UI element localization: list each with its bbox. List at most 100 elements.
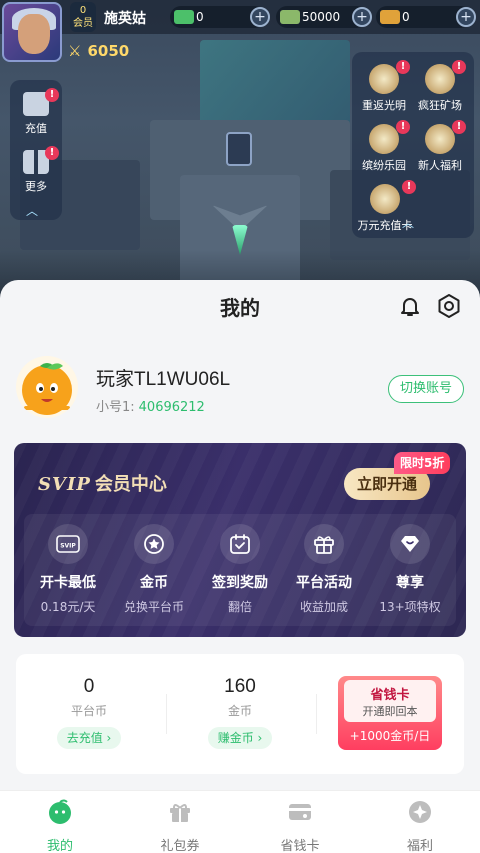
gift-box-icon xyxy=(304,524,344,564)
badge: ! xyxy=(45,146,59,160)
saving-card-icon xyxy=(289,804,311,820)
perk-title: 平台活动 xyxy=(296,575,352,591)
saving-card-promo[interactable]: 省钱卡 开通即回本 +1000金币/日 xyxy=(338,676,442,750)
wallet-panel: 0 平台币 去充值 › 160 金币 赚金币 › 省钱卡 开通即回本 +1000… xyxy=(16,654,464,774)
welfare-icon xyxy=(409,801,431,823)
gold-bar-icon xyxy=(380,10,400,24)
divider xyxy=(316,694,317,734)
badge: ! xyxy=(402,180,416,194)
mine-icon xyxy=(425,64,455,94)
discount-badge: 限时5折 xyxy=(394,452,451,474)
newbie-gift-icon xyxy=(425,124,455,154)
tab-gift[interactable]: 礼包券 xyxy=(140,799,220,853)
recharge-link-button[interactable]: 去充值 › xyxy=(56,727,122,749)
svip-card-icon: SVIP xyxy=(48,524,88,564)
resource-cash-value: 0 xyxy=(196,10,204,24)
sheet-header: 我的 xyxy=(0,280,480,330)
switch-account-button[interactable]: 切换账号 xyxy=(388,375,464,403)
orange-mascot-icon xyxy=(22,363,72,415)
combat-power-value: 6050 xyxy=(87,42,130,60)
tab-welfare[interactable]: 福利 xyxy=(380,799,460,853)
svip-card[interactable]: SVIP 会员中心 立即开通 限时5折 SVIP 开卡最低 0.18元/天 金币 … xyxy=(14,443,466,637)
badge: ! xyxy=(452,60,466,74)
perk-subtitle: 兑换平台币 xyxy=(123,600,184,614)
perk-item[interactable]: 金币 兑换平台币 xyxy=(112,524,196,615)
perk-item[interactable]: SVIP 开卡最低 0.18元/天 xyxy=(26,524,110,615)
perk-title: 签到奖励 xyxy=(212,575,268,591)
collapse-right-icon[interactable]: ︿ xyxy=(402,214,414,231)
earn-gold-button[interactable]: 赚金币 › xyxy=(207,727,273,749)
more-label: 更多 xyxy=(25,180,47,193)
recharge-button[interactable]: ! 充值 xyxy=(11,88,61,138)
tab-label: 我的 xyxy=(46,839,73,853)
bottom-tab-bar: 我的 礼包券 省钱卡 福利 xyxy=(0,790,480,853)
perk-title: 尊享 xyxy=(396,575,424,591)
cash-icon xyxy=(174,10,194,24)
return-light-button[interactable]: ! 重返光明 xyxy=(356,60,412,114)
newbie-gift-label: 新人福利 xyxy=(418,159,462,172)
badge: ! xyxy=(452,120,466,134)
calendar-check-icon xyxy=(220,524,260,564)
perk-subtitle: 13+项特权 xyxy=(379,600,441,614)
platform-coin-value: 0 xyxy=(83,676,95,697)
tab-my[interactable]: 我的 xyxy=(20,799,100,853)
gold-coin: 160 金币 赚金币 › xyxy=(175,676,305,749)
resource-banknote: 50000 + xyxy=(276,6,372,28)
more-button[interactable]: ! 更多 xyxy=(11,146,61,196)
collapse-left-icon[interactable]: ︿ xyxy=(26,202,38,219)
saving-card-bonus: +1000金币/日 xyxy=(349,729,431,743)
newbie-gift-button[interactable]: ! 新人福利 xyxy=(412,120,468,174)
resource-banknote-value: 50000 xyxy=(302,10,341,24)
game-background: 0 会员 施英姑 0 + 50000 + 0 + ⚔ 6050 ! 充值 ! 更多… xyxy=(0,0,480,300)
bell-icon[interactable] xyxy=(398,294,422,318)
perk-title: 开卡最低 xyxy=(40,575,96,591)
return-light-icon xyxy=(369,64,399,94)
perk-item[interactable]: 平台活动 收益加成 xyxy=(282,524,366,615)
mine-button[interactable]: ! 疯狂矿场 xyxy=(412,60,468,114)
crossed-swords-icon: ⚔ xyxy=(68,42,82,60)
add-cash-button[interactable]: + xyxy=(250,7,270,27)
gold-coin-label: 金币 xyxy=(227,704,252,718)
vip-level-label: 会员 xyxy=(73,18,93,29)
saving-card-subtitle: 开通即回本 xyxy=(362,705,418,718)
game-avatar[interactable] xyxy=(2,2,62,62)
perk-item[interactable]: 签到奖励 翻倍 xyxy=(198,524,282,615)
perk-subtitle: 0.18元/天 xyxy=(40,600,96,614)
divider xyxy=(166,694,167,734)
user-avatar[interactable] xyxy=(16,356,78,418)
map-marker[interactable] xyxy=(226,132,252,166)
svip-title: SVIP 会员中心 xyxy=(38,470,167,496)
return-light-label: 重返光明 xyxy=(362,99,406,112)
platform-coin: 0 平台币 去充值 › xyxy=(24,676,154,749)
settings-icon[interactable] xyxy=(436,293,462,319)
banknote-icon xyxy=(280,10,300,24)
svip-badge: SVIP xyxy=(38,474,91,495)
perk-item[interactable]: 尊享 13+项特权 xyxy=(368,524,452,615)
card-icon xyxy=(370,184,400,214)
combat-power: ⚔ 6050 xyxy=(68,42,129,60)
sub-account-label: 小号1: xyxy=(96,400,135,415)
badge: ! xyxy=(45,88,59,102)
tab-saving-card[interactable]: 省钱卡 xyxy=(260,799,340,853)
svg-text:SVIP: SVIP xyxy=(60,543,76,550)
resource-gold: 0 + xyxy=(376,6,476,28)
tab-label: 礼包券 xyxy=(160,839,200,853)
add-gold-button[interactable]: + xyxy=(456,7,476,27)
gift-icon xyxy=(170,804,190,822)
resource-cash: 0 + xyxy=(170,6,270,28)
park-icon xyxy=(369,124,399,154)
tab-label: 福利 xyxy=(406,839,433,853)
diamond-heart-icon xyxy=(390,524,430,564)
vip-level-value: 0 xyxy=(79,5,87,16)
add-banknote-button[interactable]: + xyxy=(352,7,372,27)
park-button[interactable]: ! 缤纷乐园 xyxy=(356,120,412,174)
tab-label: 省钱卡 xyxy=(280,839,320,853)
coin-icon xyxy=(134,524,174,564)
resource-gold-value: 0 xyxy=(402,10,410,24)
my-icon xyxy=(49,799,71,824)
mine-label: 疯狂矿场 xyxy=(418,99,462,112)
perk-subtitle: 收益加成 xyxy=(299,600,348,614)
saving-card-title: 省钱卡 xyxy=(370,688,410,703)
sub-account: 小号1: 40696212 xyxy=(96,396,205,415)
svip-title-text: 会员中心 xyxy=(94,474,167,495)
